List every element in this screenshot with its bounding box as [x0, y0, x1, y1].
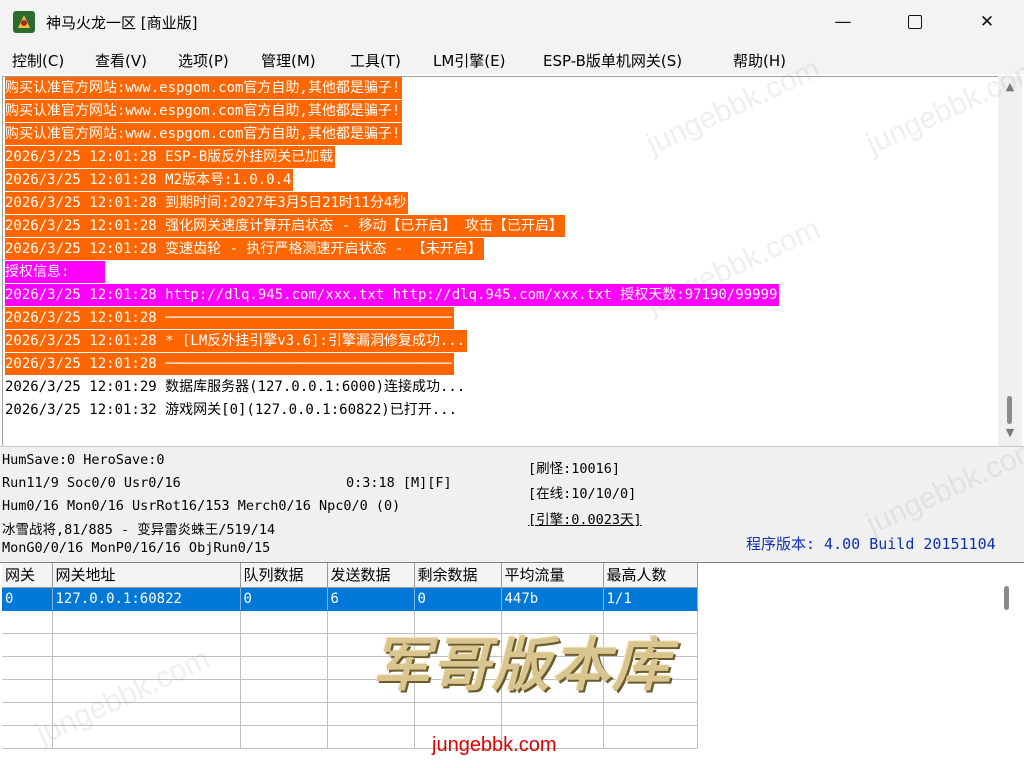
count-status: Hum0/16 Mon0/16 UsrRot16/153 Merch0/16 N…	[2, 498, 401, 514]
program-version: 程序版本: 4.00 Build 20151104	[746, 535, 996, 553]
minimize-button[interactable]: —	[808, 0, 878, 44]
log-line: 2026/3/25 12:01:28 M2版本号:1.0.0.4	[5, 169, 294, 191]
cell-address: 127.0.0.1:60822	[52, 587, 241, 611]
run-status: Run11/9 Soc0/0 Usr0/16	[2, 475, 181, 491]
log-line: 2026/3/25 12:01:28 到期时间:2027年3月5日21时11分4…	[5, 192, 409, 214]
log-line: 购买认准官方网站:www.espgom.com官方自助,其他都是骗子!	[5, 77, 403, 99]
table-row-empty[interactable]	[2, 725, 698, 749]
column-header-max-users[interactable]: 最高人数	[603, 563, 698, 588]
watermark-logo: 军哥版本库	[372, 631, 673, 699]
column-header-address[interactable]: 网关地址	[52, 563, 241, 588]
log-line: 2026/3/25 12:01:28 ─────────────────────…	[5, 353, 454, 375]
window-title: 神马火龙一区 [商业版]	[46, 14, 198, 32]
refresh-status: [刷怪:10016]	[528, 461, 621, 477]
engine-status: [引擎:0.0023天]	[528, 512, 642, 528]
save-status: HumSave:0 HeroSave:0	[2, 452, 165, 468]
column-header-gateway[interactable]: 网关	[2, 563, 53, 588]
menu-view[interactable]: 查看(V)	[95, 50, 147, 71]
column-header-remaining[interactable]: 剩余数据	[414, 563, 502, 588]
cell-avg-traffic: 447b	[501, 587, 604, 611]
close-icon: ✕	[979, 12, 995, 32]
log-line: 购买认准官方网站:www.espgom.com官方自助,其他都是骗子!	[5, 100, 403, 122]
cell-gateway: 0	[2, 587, 53, 611]
menu-manage[interactable]: 管理(M)	[261, 50, 316, 71]
log-line: 2026/3/25 12:01:28 ESP-B版反外挂网关已加载	[5, 146, 336, 168]
status-panel: HumSave:0 HeroSave:0 Run11/9 Soc0/0 Usr0…	[0, 446, 1024, 562]
maximize-button[interactable]	[880, 0, 950, 44]
log-scrollbar[interactable]: ▲ ▼	[998, 76, 1022, 446]
log-line: 2026/3/25 12:01:32 游戏网关[0](127.0.0.1:608…	[5, 402, 458, 418]
mong-status: MonG0/0/16 MonP0/16/16 ObjRun0/15	[2, 540, 271, 556]
cell-sent: 6	[327, 587, 415, 611]
monster-status: 冰雪战将,81/885 - 变异雷炎蛛王/519/14	[2, 522, 276, 538]
log-line: 2026/3/25 12:01:29 数据库服务器(127.0.0.1:6000…	[5, 379, 466, 395]
table-header-row: 网关 网关地址 队列数据 发送数据 剩余数据 平均流量 最高人数	[2, 563, 698, 588]
minimize-icon: —	[834, 12, 852, 32]
column-header-sent[interactable]: 发送数据	[327, 563, 415, 588]
log-line: 购买认准官方网站:www.espgom.com官方自助,其他都是骗子!	[5, 123, 403, 145]
title-bar[interactable]: 神马火龙一区 [商业版] — ✕	[0, 0, 1024, 44]
runtime-status: 0:3:18 [M][F]	[346, 475, 452, 491]
log-line: 2026/3/25 12:01:28 变速齿轮 - 执行严格测速开启状态 - 【…	[5, 238, 484, 260]
menu-options[interactable]: 选项(P)	[178, 50, 229, 71]
column-header-avg-traffic[interactable]: 平均流量	[501, 563, 604, 588]
cell-remaining: 0	[414, 587, 502, 611]
cell-queue: 0	[240, 587, 328, 611]
cell-max-users: 1/1	[603, 587, 698, 611]
log-line: 2026/3/25 12:01:28 ─────────────────────…	[5, 307, 454, 329]
menu-tools[interactable]: 工具(T)	[350, 50, 401, 71]
app-icon	[13, 11, 35, 33]
menu-control[interactable]: 控制(C)	[12, 50, 64, 71]
log-pane[interactable]: 购买认准官方网站:www.espgom.com官方自助,其他都是骗子! 购买认准…	[2, 76, 998, 446]
log-line: 2026/3/25 12:01:28 强化网关速度计算开启状态 - 移动【已开启…	[5, 215, 565, 237]
maximize-icon	[908, 15, 922, 29]
log-line: 授权信息:	[5, 261, 106, 283]
menu-bar: 控制(C) 查看(V) 选项(P) 管理(M) 工具(T) LM引擎(E) ES…	[0, 44, 1024, 74]
menu-esp-gateway[interactable]: ESP-B版单机网关(S)	[543, 50, 682, 71]
watermark-url: jungebbk.com	[432, 734, 557, 756]
close-button[interactable]: ✕	[952, 0, 1022, 44]
scroll-thumb[interactable]	[1007, 396, 1012, 424]
online-status: [在线:10/10/0]	[528, 486, 637, 502]
table-scroll-thumb[interactable]	[1004, 586, 1009, 610]
column-header-queue[interactable]: 队列数据	[240, 563, 328, 588]
log-line: 2026/3/25 12:01:28 * [LM反外挂引擎v3.6]:引擎漏洞修…	[5, 330, 468, 352]
table-row[interactable]: 0 127.0.0.1:60822 0 6 0 447b 1/1	[2, 587, 698, 611]
menu-lm-engine[interactable]: LM引擎(E)	[433, 50, 505, 71]
